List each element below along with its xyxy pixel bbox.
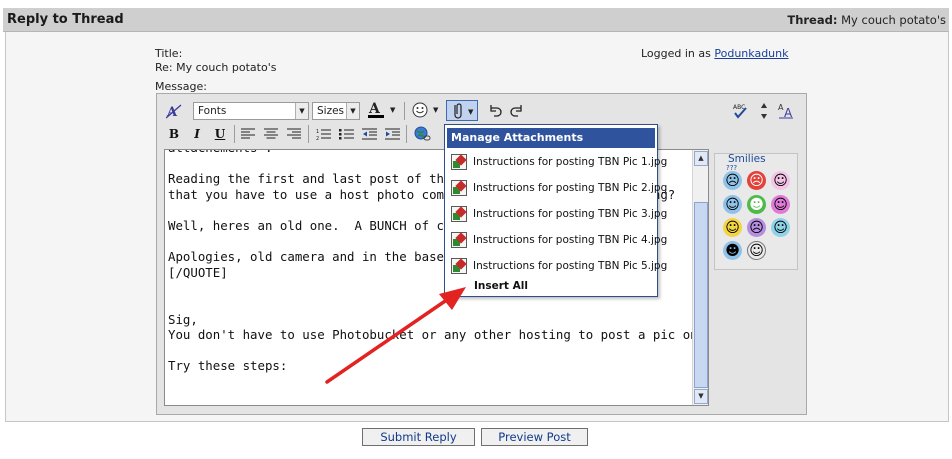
annotation-arrow [325,287,466,384]
preview-post-button[interactable]: Preview Post [481,428,588,446]
submit-reply-button[interactable]: Submit Reply [362,428,475,446]
